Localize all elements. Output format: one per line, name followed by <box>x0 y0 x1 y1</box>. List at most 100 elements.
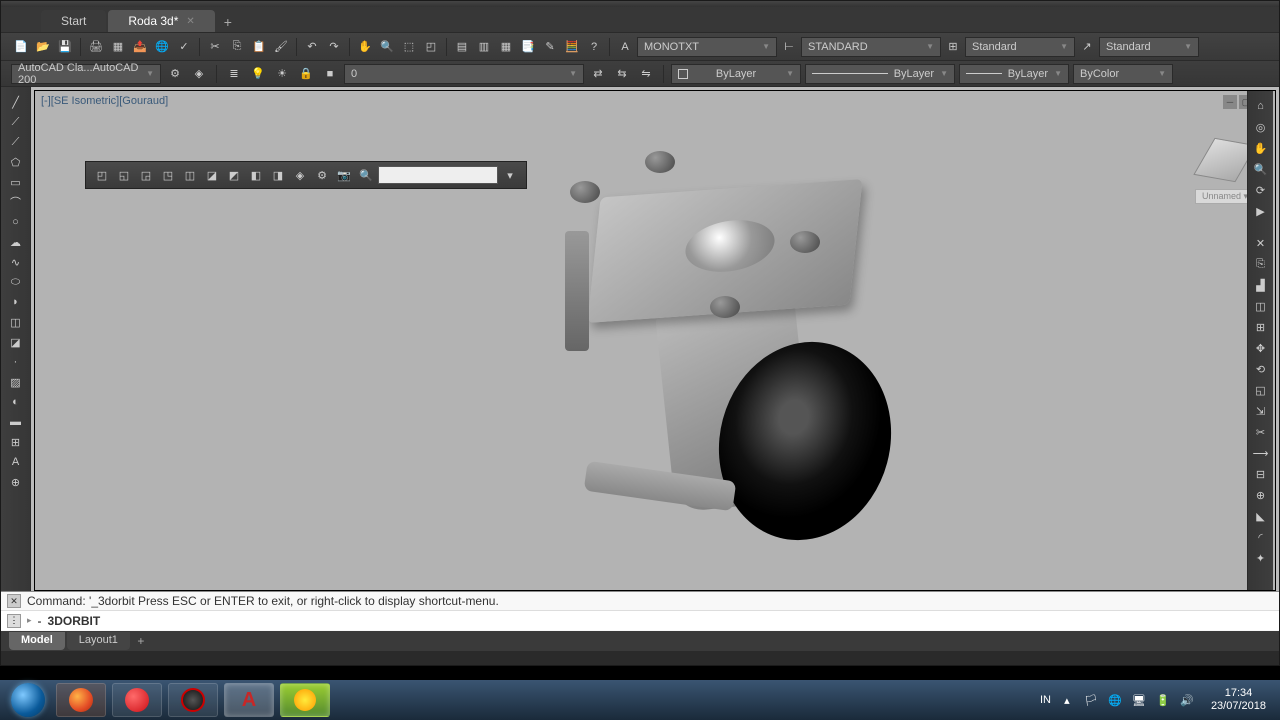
viewcube[interactable]: Unnamed ▾ <box>1195 131 1255 191</box>
modify-rotate-icon[interactable]: ⟲ <box>1251 360 1271 378</box>
modify-extend-icon[interactable]: ⟶ <box>1251 444 1271 462</box>
region-icon[interactable]: ▬ <box>6 413 26 431</box>
zoom-icon[interactable]: 🔍 <box>377 37 397 57</box>
tray-display-icon[interactable]: 🖥 <box>1131 692 1147 708</box>
zoom-window-icon[interactable]: ⬚ <box>399 37 419 57</box>
layer-color-icon[interactable]: ■ <box>320 64 340 84</box>
modify-chamfer-icon[interactable]: ◣ <box>1251 507 1271 525</box>
line-icon[interactable]: ╱ <box>6 93 26 111</box>
workspace-combo[interactable]: AutoCAD Cla...AutoCAD 200▼ <box>11 64 161 84</box>
layer-prev-icon[interactable]: ⇆ <box>612 64 632 84</box>
color-combo[interactable]: ByLayer▼ <box>671 64 801 84</box>
taskbar-opera[interactable] <box>112 683 162 717</box>
taskbar-autocad[interactable]: A <box>224 683 274 717</box>
workspace-settings-icon[interactable]: ⚙ <box>165 64 185 84</box>
tray-clock[interactable]: 17:34 23/07/2018 <box>1203 687 1274 713</box>
tray-network-icon[interactable]: 🌐 <box>1107 692 1123 708</box>
tool-palette-icon[interactable]: ▦ <box>496 37 516 57</box>
visual-style-xray-icon[interactable]: ◈ <box>290 165 310 185</box>
layer-on-icon[interactable]: 💡 <box>248 64 268 84</box>
viewport-label[interactable]: [-][SE Isometric][Gouraud] <box>41 95 168 107</box>
modify-fillet-icon[interactable]: ◜ <box>1251 528 1271 546</box>
nav-pan-icon[interactable]: ✋ <box>1251 139 1271 157</box>
dim-style-icon[interactable]: ⊢ <box>779 37 799 57</box>
modify-stretch-icon[interactable]: ⇲ <box>1251 402 1271 420</box>
plot-preview-icon[interactable]: ▦ <box>108 37 128 57</box>
new-icon[interactable]: 📄 <box>11 37 31 57</box>
lineweight-combo[interactable]: ByLayer▼ <box>805 64 955 84</box>
layer-lock-icon[interactable]: 🔒 <box>296 64 316 84</box>
text-style-combo[interactable]: MONOTXT▼ <box>637 37 777 57</box>
visual-style-wire-icon[interactable]: ◱ <box>114 165 134 185</box>
modify-scale-icon[interactable]: ◱ <box>1251 381 1271 399</box>
publish-icon[interactable]: 📤 <box>130 37 150 57</box>
modify-break-icon[interactable]: ⊟ <box>1251 465 1271 483</box>
layer-freeze-icon[interactable]: ☀ <box>272 64 292 84</box>
modify-copy-icon[interactable]: ⎘ <box>1251 255 1271 273</box>
viewcube-label[interactable]: Unnamed ▾ <box>1195 189 1255 204</box>
dim-style-combo[interactable]: STANDARD▼ <box>801 37 941 57</box>
hatch-icon[interactable]: ▨ <box>6 373 26 391</box>
tab-start[interactable]: Start <box>41 10 106 32</box>
visual-style-sketchy-icon[interactable]: ◨ <box>268 165 288 185</box>
workspace-lock-icon[interactable]: ◈ <box>189 64 209 84</box>
table-style-combo[interactable]: Standard▼ <box>965 37 1075 57</box>
undo-icon[interactable]: ↶ <box>302 37 322 57</box>
visual-style-shaded-edges-icon[interactable]: ◩ <box>224 165 244 185</box>
open-icon[interactable]: 📂 <box>33 37 53 57</box>
help-icon[interactable]: ? <box>584 37 604 57</box>
polygon-icon[interactable]: ⬠ <box>6 153 26 171</box>
tab-file[interactable]: Roda 3d* ✕ <box>108 10 214 32</box>
construction-line-icon[interactable]: ⟋ <box>6 113 26 131</box>
plotstyle-combo[interactable]: ByColor▼ <box>1073 64 1173 84</box>
sheet-set-icon[interactable]: 📑 <box>518 37 538 57</box>
layer-combo[interactable]: 0▼ <box>344 64 584 84</box>
match-icon[interactable]: 🖌 <box>271 37 291 57</box>
mleader-style-combo[interactable]: Standard▼ <box>1099 37 1199 57</box>
visual-style-shaded-icon[interactable]: ◪ <box>202 165 222 185</box>
save-icon[interactable]: 💾 <box>55 37 75 57</box>
visual-style-hidden-icon[interactable]: ◲ <box>136 165 156 185</box>
spline-icon[interactable]: ∿ <box>6 253 26 271</box>
modify-offset-icon[interactable]: ◫ <box>1251 297 1271 315</box>
tray-battery-icon[interactable]: 🔋 <box>1155 692 1171 708</box>
nav-wheel-icon[interactable]: ◎ <box>1251 118 1271 136</box>
tab-add-button[interactable]: + <box>217 12 239 32</box>
visual-style-input[interactable] <box>378 166 498 184</box>
text-icon[interactable]: A <box>615 37 635 57</box>
layer-manager-icon[interactable]: ≣ <box>224 64 244 84</box>
modify-array-icon[interactable]: ⊞ <box>1251 318 1271 336</box>
tray-flag-icon[interactable]: 🏳 <box>1083 692 1099 708</box>
visual-style-conceptual-icon[interactable]: ◫ <box>180 165 200 185</box>
modify-trim-icon[interactable]: ✂ <box>1251 423 1271 441</box>
visual-style-2d-icon[interactable]: ◰ <box>92 165 112 185</box>
tab-close-icon[interactable]: ✕ <box>186 16 194 27</box>
command-close-button[interactable]: ✕ <box>7 594 21 608</box>
rectangle-icon[interactable]: ▭ <box>6 173 26 191</box>
nav-orbit-icon[interactable]: ⟳ <box>1251 181 1271 199</box>
mleader-style-icon[interactable]: ↗ <box>1077 37 1097 57</box>
print-icon[interactable]: 🖨 <box>86 37 106 57</box>
visual-style-manager-icon[interactable]: ⚙ <box>312 165 332 185</box>
taskbar-app[interactable] <box>280 683 330 717</box>
gradient-icon[interactable]: ◐ <box>6 393 26 411</box>
ellipse-icon[interactable]: ⬭ <box>6 273 26 291</box>
tray-volume-icon[interactable]: 🔊 <box>1179 692 1195 708</box>
tray-chevron-up-icon[interactable]: ▴ <box>1059 692 1075 708</box>
taskbar-firefox[interactable] <box>56 683 106 717</box>
paste-icon[interactable]: 📋 <box>249 37 269 57</box>
layer-states-icon[interactable]: ⇄ <box>588 64 608 84</box>
point-icon[interactable]: · <box>6 353 26 371</box>
nav-showmotion-icon[interactable]: ▶ <box>1251 202 1271 220</box>
modify-join-icon[interactable]: ⊕ <box>1251 486 1271 504</box>
viewport[interactable]: [-][SE Isometric][Gouraud] ─ ▢ ✕ ◰ ◱ ◲ ◳… <box>34 90 1276 591</box>
make-block-icon[interactable]: ◪ <box>6 333 26 351</box>
start-button[interactable] <box>6 681 50 719</box>
pan-icon[interactable]: ✋ <box>355 37 375 57</box>
command-grip-icon[interactable]: ⋮ <box>7 614 21 628</box>
revision-cloud-icon[interactable]: ☁ <box>6 233 26 251</box>
circle-icon[interactable]: ○ <box>6 213 26 231</box>
copy-icon[interactable]: ⎘ <box>227 37 247 57</box>
polyline-icon[interactable]: ⟋ <box>6 133 26 151</box>
tab-layout1[interactable]: Layout1 <box>67 632 130 650</box>
